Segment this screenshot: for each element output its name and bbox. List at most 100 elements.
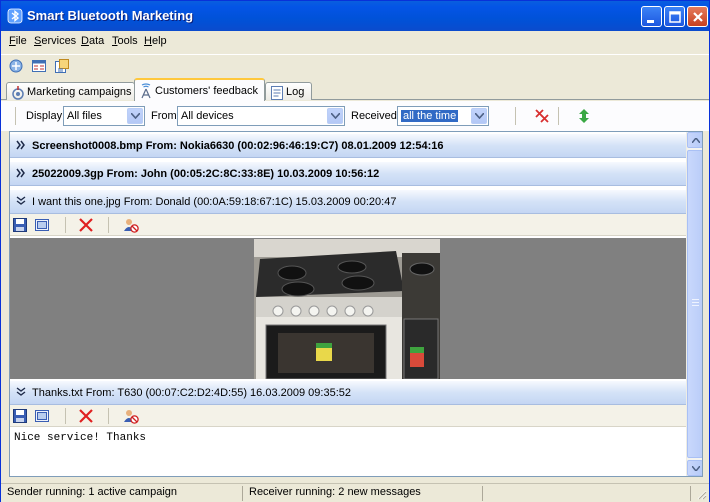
save-icon[interactable] xyxy=(12,408,28,424)
text-message: Nice service! Thanks xyxy=(14,432,147,444)
received-value: all the time xyxy=(401,110,459,122)
receiver-status: Receiver running: 2 new messages xyxy=(245,486,483,501)
close-icon xyxy=(693,12,703,22)
menu-help[interactable]: Help xyxy=(144,35,167,47)
from-label: From xyxy=(151,110,177,122)
block-sender-icon[interactable] xyxy=(123,408,139,424)
display-select[interactable]: All files xyxy=(63,106,145,126)
tab-marketing-campaigns-label: Marketing campaigns xyxy=(27,86,132,98)
save-icon[interactable] xyxy=(12,217,28,233)
thumb-grip xyxy=(692,302,699,303)
menu-data[interactable]: Data xyxy=(81,35,104,47)
toolbar-separator xyxy=(65,217,66,233)
table-icon[interactable] xyxy=(31,58,47,74)
tab-log-label: Log xyxy=(286,86,305,98)
vertical-scrollbar[interactable] xyxy=(686,132,702,476)
delete-all-icon[interactable] xyxy=(534,108,550,124)
sender-status: Sender running: 1 active campaign xyxy=(3,486,243,501)
menu-data-label: ata xyxy=(88,35,105,47)
antenna-icon xyxy=(141,83,151,99)
tab-marketing-campaigns[interactable]: Marketing campaigns xyxy=(6,82,135,100)
delete-icon[interactable] xyxy=(78,217,94,233)
tab-log[interactable]: Log xyxy=(265,82,312,100)
chevron-down-icon[interactable] xyxy=(471,108,487,124)
expand-all-icon[interactable] xyxy=(576,108,592,124)
log-icon xyxy=(271,86,283,100)
status-bar: Sender running: 1 active campaign Receiv… xyxy=(1,483,709,502)
chevron-up-icon xyxy=(692,138,700,143)
tab-customers-feedback-label: Customers' feedback xyxy=(155,85,258,97)
status-panel-empty xyxy=(485,486,691,501)
campaign-icon xyxy=(12,86,24,100)
scroll-up-button[interactable] xyxy=(687,132,702,148)
filter-separator xyxy=(15,107,16,125)
feedback-item-toolbar xyxy=(10,214,687,236)
export-icon[interactable] xyxy=(54,58,70,74)
stove-photo xyxy=(254,239,440,379)
text-message-panel[interactable]: Nice service! Thanks xyxy=(10,429,687,476)
chevron-down-icon xyxy=(692,466,700,471)
feedback-header[interactable]: I want this one.jpg From: Donald (00:0A:… xyxy=(10,190,687,214)
image-preview-panel xyxy=(10,238,687,379)
menu-tools[interactable]: Tools xyxy=(112,35,138,47)
menu-tools-label: ools xyxy=(117,35,138,47)
delete-icon[interactable] xyxy=(78,408,94,424)
feedback-header[interactable]: Screenshot0008.bmp From: Nokia6630 (00:0… xyxy=(10,134,687,158)
tab-customers-feedback[interactable]: Customers' feedback xyxy=(134,78,265,101)
minimize-button[interactable] xyxy=(641,6,662,27)
from-select[interactable]: All devices xyxy=(177,106,345,126)
menu-file-label: ile xyxy=(15,35,27,47)
chevron-down-icon[interactable] xyxy=(127,108,143,124)
menu-services-label: ervices xyxy=(41,35,77,47)
thumb-grip xyxy=(692,305,699,306)
toolbar-separator xyxy=(65,408,66,424)
menu-data-accel: D xyxy=(81,35,89,47)
window-title: Smart Bluetooth Marketing xyxy=(27,8,194,23)
received-select[interactable]: all the time xyxy=(397,106,489,126)
tab-strip: Marketing campaigns Customers' feedback … xyxy=(1,78,709,101)
feedback-title: Thanks.txt From: T630 (00:07:C2:D2:4D:55… xyxy=(32,387,351,399)
menu-services[interactable]: Services xyxy=(34,35,76,47)
app-window: Smart Bluetooth Marketing File Services … xyxy=(0,0,710,502)
toolbar-separator xyxy=(108,217,109,233)
photo-preview[interactable] xyxy=(254,239,440,379)
filter-bar: Display All files From All devices Recei… xyxy=(1,101,709,131)
feedback-item-toolbar xyxy=(10,405,687,427)
display-value: All files xyxy=(67,110,102,122)
toolbar-separator xyxy=(108,408,109,424)
chevron-down-icon[interactable] xyxy=(327,108,343,124)
expand-icon[interactable] xyxy=(16,168,26,178)
filter-separator xyxy=(558,107,559,125)
open-icon[interactable] xyxy=(34,408,50,424)
maximize-icon xyxy=(669,11,681,23)
from-value: All devices xyxy=(181,110,234,122)
main-toolbar xyxy=(1,54,709,76)
open-icon[interactable] xyxy=(34,217,50,233)
title-bar[interactable]: Smart Bluetooth Marketing xyxy=(1,1,709,31)
maximize-button[interactable] xyxy=(664,6,685,27)
collapse-icon[interactable] xyxy=(16,196,26,206)
filter-separator xyxy=(515,107,516,125)
bluetooth-icon xyxy=(7,8,23,24)
resize-grip-icon[interactable] xyxy=(695,488,707,500)
menu-bar: File Services Data Tools Help xyxy=(1,31,709,51)
feedback-title: Screenshot0008.bmp From: Nokia6630 (00:0… xyxy=(32,140,444,152)
received-label: Received xyxy=(351,110,397,122)
collapse-icon[interactable] xyxy=(16,387,26,397)
feedback-header[interactable]: 25022009.3gp From: John (00:05:2C:8C:33:… xyxy=(10,162,687,186)
display-label: Display xyxy=(26,110,63,122)
feedback-title: I want this one.jpg From: Donald (00:0A:… xyxy=(32,196,397,208)
feedback-title: 25022009.3gp From: John (00:05:2C:8C:33:… xyxy=(32,168,380,180)
close-button[interactable] xyxy=(687,6,708,27)
thumb-grip xyxy=(692,299,699,300)
menu-help-accel: H xyxy=(144,35,152,47)
feedback-header[interactable]: Thanks.txt From: T630 (00:07:C2:D2:4D:55… xyxy=(10,381,687,405)
expand-icon[interactable] xyxy=(16,140,26,150)
menu-help-label: elp xyxy=(151,35,167,47)
scroll-down-button[interactable] xyxy=(687,460,702,476)
block-sender-icon[interactable] xyxy=(123,217,139,233)
scroll-thumb[interactable] xyxy=(687,150,702,458)
menu-file[interactable]: File xyxy=(9,35,27,47)
services-icon[interactable] xyxy=(8,58,24,74)
feedback-list: Screenshot0008.bmp From: Nokia6630 (00:0… xyxy=(9,131,703,477)
